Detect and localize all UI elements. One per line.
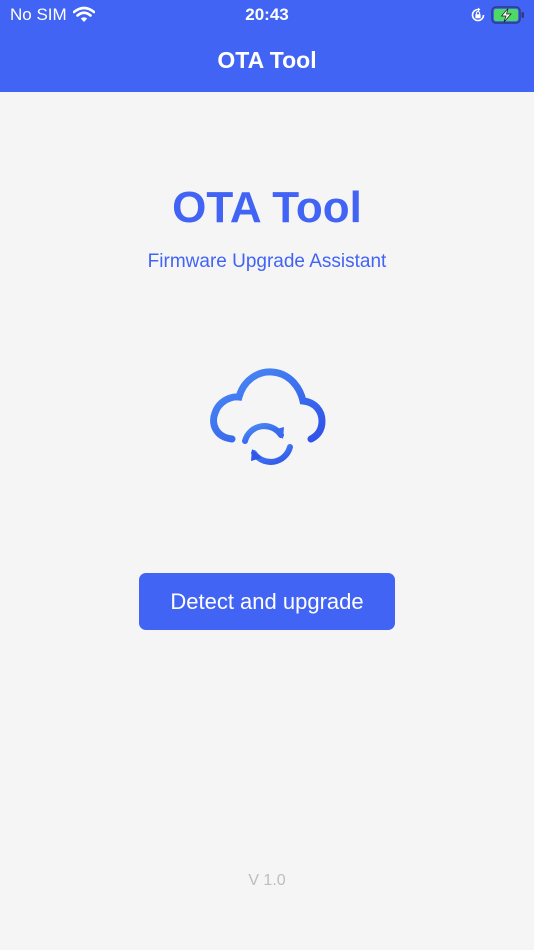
nav-title: OTA Tool bbox=[217, 47, 317, 73]
app-header: No SIM 20:43 OTA Tool bbox=[0, 0, 534, 92]
app-title: OTA Tool bbox=[172, 183, 362, 232]
detect-and-upgrade-button[interactable]: Detect and upgrade bbox=[139, 573, 395, 630]
status-bar: No SIM 20:43 bbox=[0, 0, 534, 30]
orientation-lock-icon bbox=[471, 7, 485, 22]
status-time: 20:43 bbox=[245, 5, 289, 24]
version-label: V 1.0 bbox=[248, 872, 286, 889]
cloud-sync-icon bbox=[210, 368, 326, 465]
battery-charging-icon bbox=[491, 6, 524, 24]
app-subtitle: Firmware Upgrade Assistant bbox=[147, 251, 387, 272]
